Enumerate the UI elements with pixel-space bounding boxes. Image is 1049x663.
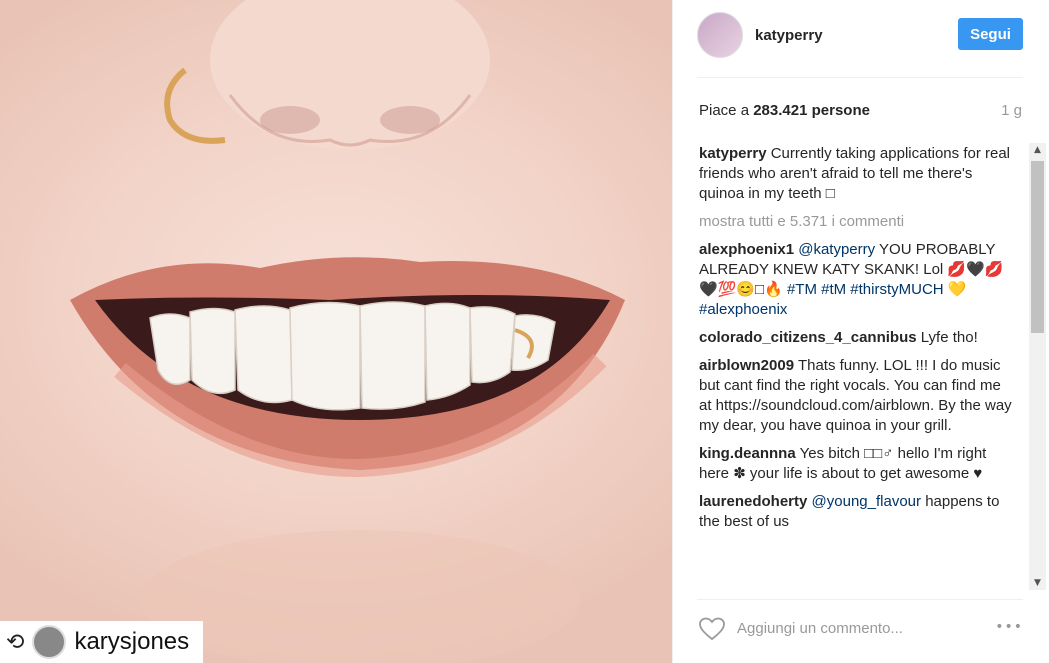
smile-illustration <box>70 0 625 663</box>
comment-username[interactable]: alexphoenix1 <box>699 241 794 258</box>
avatar[interactable] <box>697 12 743 58</box>
show-all-comments-link[interactable]: mostra tutti e 5.371 i commenti <box>699 212 1015 232</box>
repost-icon: ⟲ <box>6 629 25 655</box>
list-item: colorado_citizens_4_cannibus Lyfe tho! <box>699 328 1015 348</box>
add-comment-input[interactable]: Aggiungi un commento... <box>737 620 903 637</box>
likes-suffix[interactable]: persone <box>812 102 870 119</box>
repost-username: karysjones <box>74 628 190 655</box>
likes-prefix: Piace a <box>699 102 750 119</box>
caption-username[interactable]: katyperry <box>699 145 767 162</box>
comment-username[interactable]: laurenedoherty <box>699 493 807 510</box>
post-photo[interactable]: ⟲ karysjones <box>0 0 672 663</box>
list-item: airblown2009 Thats funny. LOL !!! I do m… <box>699 356 1015 436</box>
list-item: laurenedoherty @young_flavour happens to… <box>699 492 1015 532</box>
repost-badge: ⟲ karysjones <box>0 621 204 663</box>
comment-username[interactable]: airblown2009 <box>699 357 794 374</box>
likes-line: Piace a 283.421 persone <box>699 102 870 119</box>
header-divider <box>697 77 1023 78</box>
comment-username[interactable]: colorado_citizens_4_cannibus <box>699 329 917 346</box>
comment-mention[interactable]: @katyperry <box>798 241 875 258</box>
list-item: king.deannna Yes bitch □□♂ hello I'm rig… <box>699 444 1015 484</box>
comment-username[interactable]: king.deannna <box>699 445 796 462</box>
more-options-icon[interactable]: ••• <box>995 619 1023 635</box>
list-item: alexphoenix1 @katyperry YOU PROBABLY ALR… <box>699 240 1015 320</box>
comments-scrollbar[interactable]: ▲ ▼ <box>1029 143 1046 590</box>
post-sidebar: katyperry Segui Piace a 283.421 persone … <box>672 0 1049 663</box>
post-time[interactable]: 1 g <box>1001 102 1022 119</box>
heart-icon[interactable] <box>699 617 725 641</box>
caption: katyperry Currently taking applications … <box>699 144 1015 204</box>
repost-avatar <box>32 625 67 659</box>
scroll-down-arrow-icon[interactable]: ▼ <box>1029 576 1046 590</box>
comment-mention[interactable]: @young_flavour <box>812 493 921 510</box>
follow-button[interactable]: Segui <box>958 18 1023 50</box>
comments-list: katyperry Currently taking applications … <box>699 144 1015 589</box>
comment-text: Lyfe tho! <box>920 329 978 346</box>
likes-count[interactable]: 283.421 <box>753 102 807 119</box>
scroll-up-arrow-icon[interactable]: ▲ <box>1029 143 1046 157</box>
author-username[interactable]: katyperry <box>755 27 823 44</box>
post-header: katyperry Segui <box>697 12 1023 58</box>
footer-divider <box>697 599 1023 600</box>
scrollbar-thumb[interactable] <box>1031 161 1044 333</box>
